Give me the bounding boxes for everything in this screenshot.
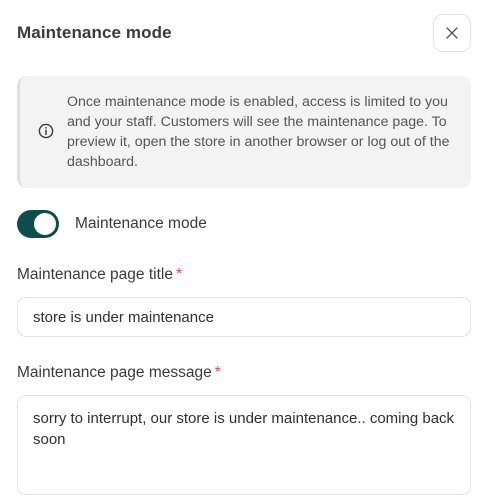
maintenance-mode-dialog: Maintenance mode Once maintenance mode i… (0, 0, 494, 498)
toggle-knob (34, 213, 56, 235)
page-message-label-text: Maintenance page message (17, 364, 212, 381)
page-title-label-text: Maintenance page title (17, 266, 173, 283)
info-circle-icon (38, 123, 54, 139)
page-title-label: Maintenance page title * (17, 266, 182, 284)
toggle-label: Maintenance mode (75, 215, 207, 232)
required-mark: * (175, 266, 183, 283)
page-title-input[interactable] (17, 297, 471, 337)
close-button[interactable] (433, 14, 471, 52)
maintenance-mode-toggle[interactable] (17, 210, 59, 238)
info-text: Once maintenance mode is enabled, access… (67, 94, 450, 170)
dialog-title: Maintenance mode (17, 23, 172, 42)
close-icon (446, 27, 458, 39)
dialog-header: Maintenance mode (17, 14, 471, 52)
maintenance-toggle-row: Maintenance mode (17, 209, 207, 239)
info-banner: Once maintenance mode is enabled, access… (17, 76, 471, 188)
required-mark: * (214, 364, 221, 381)
page-message-textarea[interactable]: sorry to interrupt, our store is under m… (17, 395, 471, 495)
page-message-label: Maintenance page message * (17, 364, 221, 382)
